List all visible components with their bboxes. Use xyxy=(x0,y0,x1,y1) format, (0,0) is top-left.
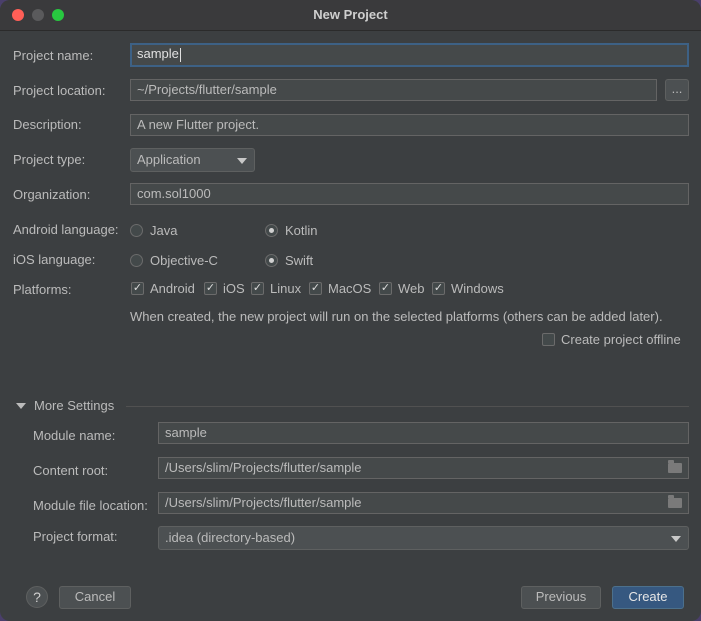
module-file-location-input[interactable]: /Users/slim/Projects/flutter/sample xyxy=(158,492,689,514)
radio-java[interactable] xyxy=(130,224,143,237)
help-button[interactable]: ? xyxy=(26,586,48,608)
platforms-label: Platforms: xyxy=(13,282,72,297)
project-format-select[interactable]: .idea (directory-based) xyxy=(158,526,689,550)
radio-java-label: Java xyxy=(150,223,178,238)
module-name-label: Module name: xyxy=(33,428,116,443)
checkbox-windows[interactable]: ✓ xyxy=(432,282,445,295)
project-format-label: Project format: xyxy=(33,529,118,544)
checkbox-web-label: Web xyxy=(398,281,425,296)
radio-swift-label: Swift xyxy=(285,253,314,268)
previous-button[interactable]: Previous xyxy=(521,586,601,609)
organization-input[interactable]: com.sol1000 xyxy=(130,183,689,205)
radio-kotlin-label: Kotlin xyxy=(285,223,318,238)
more-settings-header[interactable]: More Settings xyxy=(34,398,114,413)
radio-swift[interactable] xyxy=(265,254,278,267)
chevron-down-icon xyxy=(671,536,681,542)
project-type-value: Application xyxy=(137,152,201,167)
content-root-label: Content root: xyxy=(33,463,109,478)
organization-label: Organization: xyxy=(13,187,91,202)
description-label: Description: xyxy=(13,117,82,132)
checkbox-linux[interactable]: ✓ xyxy=(251,282,264,295)
project-name-value: sample xyxy=(137,46,179,61)
text-caret xyxy=(179,47,181,62)
content-root-value: /Users/slim/Projects/flutter/sample xyxy=(165,460,362,475)
create-button[interactable]: Create xyxy=(612,586,684,609)
cancel-button[interactable]: Cancel xyxy=(59,586,131,609)
platforms-note: When created, the new project will run o… xyxy=(130,309,663,324)
module-name-input[interactable]: sample xyxy=(158,422,689,444)
checkbox-linux-label: Linux xyxy=(270,281,302,296)
project-type-label: Project type: xyxy=(13,152,86,167)
collapse-triangle-icon[interactable] xyxy=(16,403,26,409)
browse-location-button[interactable]: ... xyxy=(665,79,689,101)
radio-objective-c-label: Objective-C xyxy=(150,253,218,268)
checkbox-windows-label: Windows xyxy=(451,281,504,296)
project-format-value: .idea (directory-based) xyxy=(165,530,296,545)
new-project-dialog: New Project Project name: sample Project… xyxy=(0,0,701,621)
android-language-label: Android language: xyxy=(13,222,119,237)
project-name-label: Project name: xyxy=(13,48,94,63)
checkbox-macos-label: MacOS xyxy=(328,281,372,296)
checkbox-ios-label: iOS xyxy=(223,281,245,296)
checkbox-macos[interactable]: ✓ xyxy=(309,282,322,295)
project-name-input[interactable]: sample xyxy=(130,43,689,67)
title-bar: New Project xyxy=(0,0,701,31)
module-file-location-value: /Users/slim/Projects/flutter/sample xyxy=(165,495,362,510)
project-location-label: Project location: xyxy=(13,83,106,98)
folder-icon[interactable] xyxy=(668,460,682,473)
radio-objective-c[interactable] xyxy=(130,254,143,267)
checkbox-web[interactable]: ✓ xyxy=(379,282,392,295)
module-file-location-label: Module file location: xyxy=(33,498,148,513)
checkbox-create-offline[interactable] xyxy=(542,333,555,346)
checkbox-create-offline-label: Create project offline xyxy=(561,332,681,347)
checkbox-ios[interactable]: ✓ xyxy=(204,282,217,295)
checkbox-android-label: Android xyxy=(150,281,195,296)
folder-icon[interactable] xyxy=(668,495,682,508)
description-input[interactable]: A new Flutter project. xyxy=(130,114,689,136)
checkbox-android[interactable]: ✓ xyxy=(131,282,144,295)
section-divider xyxy=(126,406,689,407)
project-type-select[interactable]: Application xyxy=(130,148,255,172)
window-title: New Project xyxy=(313,7,388,22)
project-location-input[interactable]: ~/Projects/flutter/sample xyxy=(130,79,657,101)
content-root-input[interactable]: /Users/slim/Projects/flutter/sample xyxy=(158,457,689,479)
radio-kotlin[interactable] xyxy=(265,224,278,237)
ios-language-label: iOS language: xyxy=(13,252,96,267)
chevron-down-icon xyxy=(237,158,247,164)
